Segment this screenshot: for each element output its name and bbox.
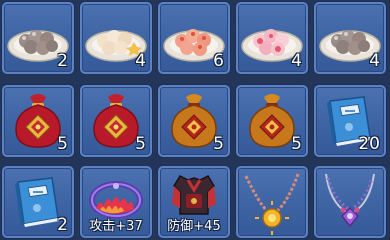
item-quantity: 4 — [135, 51, 146, 71]
inventory-slot-1[interactable]: 2 — [2, 2, 74, 74]
inventory-slot-14[interactable] — [236, 166, 308, 238]
item-quantity: 5 — [213, 134, 224, 154]
inventory-slot-12[interactable]: 攻击+37 — [80, 166, 152, 238]
item-quantity: 2 — [57, 215, 68, 235]
item-quantity: 2 — [57, 51, 68, 71]
inventory-slot-10[interactable]: 20 — [314, 85, 386, 157]
inventory-slot-5[interactable]: 4 — [314, 2, 386, 74]
inventory-slot-11[interactable]: 2 — [2, 166, 74, 238]
inventory-slot-6[interactable]: 5 — [2, 85, 74, 157]
item-quantity: 20 — [358, 134, 380, 154]
inventory-grid: 2 4 6 4 4 5 5 5 5 20 2 攻击+37 防御+45 — [0, 0, 390, 240]
inventory-slot-9[interactable]: 5 — [236, 85, 308, 157]
inventory-slot-3[interactable]: 6 — [158, 2, 230, 74]
item-quantity: 5 — [57, 134, 68, 154]
item-quantity: 6 — [213, 51, 224, 71]
inventory-slot-15[interactable] — [314, 166, 386, 238]
inventory-slot-7[interactable]: 5 — [80, 85, 152, 157]
inventory-slot-4[interactable]: 4 — [236, 2, 308, 74]
item-quantity: 4 — [369, 51, 380, 71]
inventory-slot-8[interactable]: 5 — [158, 85, 230, 157]
item-quantity: 5 — [291, 134, 302, 154]
item-quantity: 5 — [135, 134, 146, 154]
sun-necklace-icon — [244, 173, 300, 235]
inventory-slot-2[interactable]: 4 — [80, 2, 152, 74]
purple-necklace-icon — [325, 173, 375, 228]
defense-stat: 防御+45 — [167, 219, 221, 234]
attack-stat: 攻击+37 — [89, 219, 143, 234]
inventory-slot-13[interactable]: 防御+45 — [158, 166, 230, 238]
item-quantity: 4 — [291, 51, 302, 71]
